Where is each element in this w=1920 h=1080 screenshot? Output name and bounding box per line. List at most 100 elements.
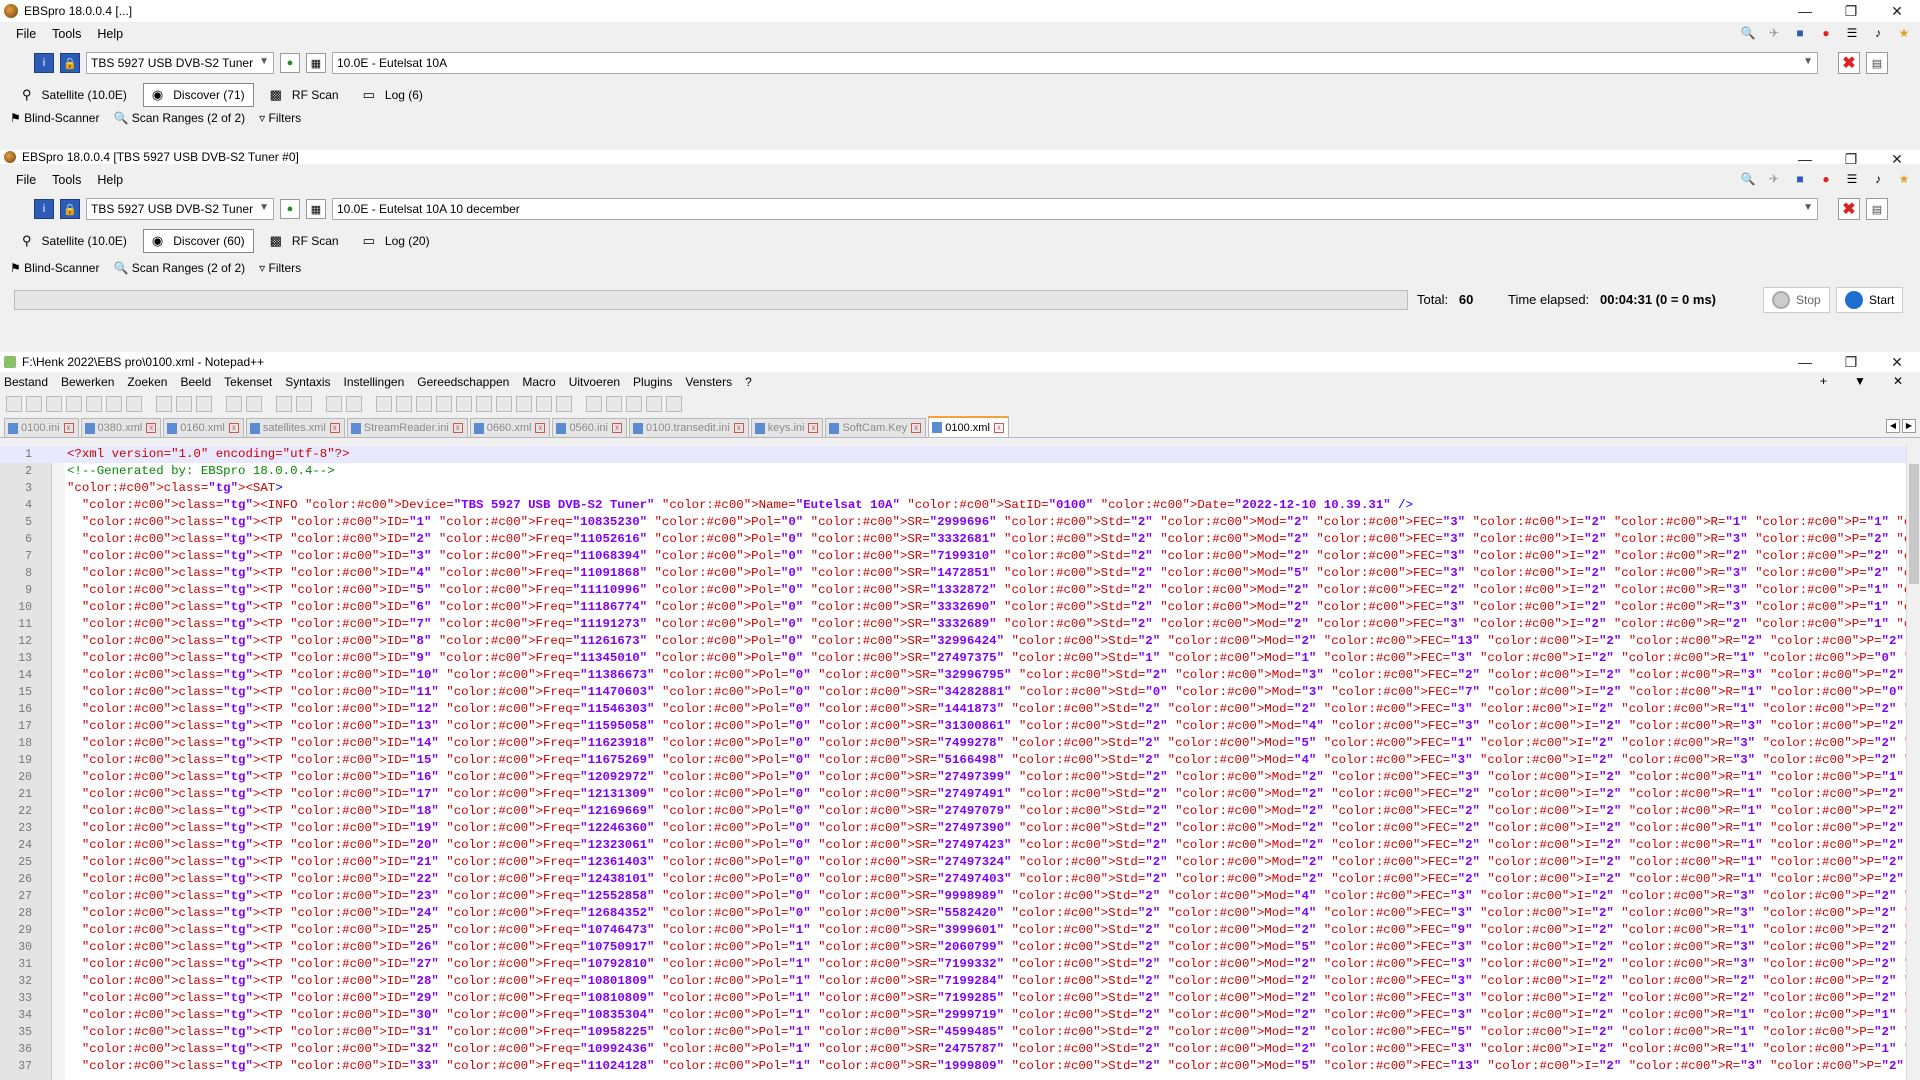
menu-file[interactable]: File xyxy=(16,173,36,187)
file-tab[interactable]: 0560.ini x xyxy=(552,418,627,437)
menu-plugins[interactable]: Plugins xyxy=(633,375,672,389)
menu-file[interactable]: File xyxy=(16,27,36,41)
file-tab[interactable]: 0100.transedit.ini x xyxy=(628,418,749,437)
subtab-blind-scanner[interactable]: ⚑ Blind-Scanner xyxy=(10,111,99,125)
find-icon[interactable] xyxy=(276,396,292,412)
menu-syntaxis[interactable]: Syntaxis xyxy=(285,375,330,389)
close-tab-icon[interactable]: x xyxy=(911,423,922,433)
tab-log[interactable]: ▭ Log (20) xyxy=(355,229,438,253)
redo-icon[interactable] xyxy=(246,396,262,412)
menu-help[interactable]: Help xyxy=(97,173,123,187)
close-tab-icon[interactable]: x xyxy=(452,423,463,433)
maximize-icon[interactable]: ❐ xyxy=(1828,352,1874,372)
menu-beeld[interactable]: Beeld xyxy=(180,375,211,389)
indent-guide-icon[interactable] xyxy=(456,396,472,412)
minimize-icon[interactable]: — xyxy=(1782,151,1828,167)
new-file-icon[interactable] xyxy=(6,396,22,412)
close-icon[interactable]: ✕ xyxy=(1874,0,1920,22)
satellite-add-icon[interactable]: ● xyxy=(280,53,300,73)
menu-vensters[interactable]: Vensters xyxy=(685,375,732,389)
file-tab-active[interactable]: 0100.xml x xyxy=(928,416,1009,437)
monitor-icon[interactable] xyxy=(556,396,572,412)
close-tab-icon[interactable]: x xyxy=(611,423,622,433)
save-icon[interactable]: ▤ xyxy=(1866,198,1888,220)
stop-macro-icon[interactable] xyxy=(606,396,622,412)
all-chars-icon[interactable] xyxy=(436,396,452,412)
pin-icon[interactable]: ★ xyxy=(1896,25,1912,41)
chevron-down-icon[interactable]: ▼ xyxy=(1854,374,1866,388)
close-tab-icon[interactable]: x xyxy=(63,423,74,433)
close-icon[interactable] xyxy=(86,396,102,412)
cut-icon[interactable] xyxy=(156,396,172,412)
menu-zoeken[interactable]: Zoeken xyxy=(127,375,167,389)
search-icon[interactable]: 🔍 xyxy=(1740,171,1756,187)
subtab-filters[interactable]: ▿ Filters xyxy=(259,111,301,125)
sync-v-icon[interactable] xyxy=(376,396,392,412)
wrap-icon[interactable] xyxy=(416,396,432,412)
minimize-icon[interactable]: — xyxy=(1782,352,1828,372)
undo-icon[interactable] xyxy=(226,396,242,412)
chart-icon[interactable]: ■ xyxy=(1792,25,1808,41)
close-tab-icon[interactable]: x xyxy=(228,423,239,433)
save-all-icon[interactable] xyxy=(66,396,82,412)
close-doc-icon[interactable]: ✕ xyxy=(1893,374,1903,388)
zoom-out-icon[interactable] xyxy=(346,396,362,412)
tab-discover[interactable]: ◉ Discover (60) xyxy=(142,229,254,253)
tab-rf-scan[interactable]: ▩ RF Scan xyxy=(262,229,347,253)
sound-icon[interactable]: ♪ xyxy=(1870,25,1886,41)
info-icon[interactable]: i xyxy=(34,53,54,73)
close-red-icon[interactable]: ✖ xyxy=(1838,198,1860,220)
folder-workspace-icon[interactable] xyxy=(536,396,552,412)
sync-h-icon[interactable] xyxy=(396,396,412,412)
close-tab-icon[interactable]: x xyxy=(535,423,546,433)
close-tab-icon[interactable]: x xyxy=(329,423,340,433)
satellite-list-icon[interactable]: ▦ xyxy=(306,53,326,73)
close-red-icon[interactable]: ✖ xyxy=(1838,52,1860,74)
menu-tools[interactable]: Tools xyxy=(52,173,81,187)
tab-scroll-right-icon[interactable]: ▶ xyxy=(1902,419,1916,433)
file-tab[interactable]: 0380.xml x xyxy=(80,418,162,437)
menu-bewerken[interactable]: Bewerken xyxy=(61,375,114,389)
close-tab-icon[interactable]: x xyxy=(733,423,744,433)
subtab-blind-scanner[interactable]: ⚑ Blind-Scanner xyxy=(10,261,99,275)
paste-icon[interactable] xyxy=(196,396,212,412)
chart-icon[interactable]: ■ xyxy=(1792,171,1808,187)
satellite-select[interactable]: 10.0E - Eutelsat 10A ▼ xyxy=(332,52,1818,74)
file-tab[interactable]: keys.ini x xyxy=(750,418,824,437)
udl-icon[interactable] xyxy=(476,396,492,412)
tab-scroll-left-icon[interactable]: ◀ xyxy=(1886,419,1900,433)
play-macro-icon[interactable] xyxy=(626,396,642,412)
scroll-thumb[interactable] xyxy=(1909,464,1919,584)
close-tab-icon[interactable]: x xyxy=(993,422,1004,433)
menu-uitvoeren[interactable]: Uitvoeren xyxy=(569,375,620,389)
copy-icon[interactable] xyxy=(176,396,192,412)
close-icon[interactable]: ✕ xyxy=(1874,352,1920,372)
tab-discover[interactable]: ◉ Discover (71) xyxy=(142,83,254,107)
menu-help[interactable]: Help xyxy=(97,27,123,41)
sound-icon[interactable]: ♪ xyxy=(1870,171,1886,187)
file-tab[interactable]: 0660.xml x xyxy=(469,418,551,437)
save-icon[interactable] xyxy=(46,396,62,412)
replace-icon[interactable] xyxy=(296,396,312,412)
file-tab[interactable]: SoftCam.Key x xyxy=(825,418,927,437)
menu-help[interactable]: ? xyxy=(745,375,752,389)
tuner-select[interactable]: TBS 5927 USB DVB-S2 Tuner ▼ xyxy=(86,52,274,74)
close-all-icon[interactable] xyxy=(106,396,122,412)
record-macro-icon[interactable] xyxy=(586,396,602,412)
lock-icon[interactable]: 🔒 xyxy=(60,199,80,219)
record-icon[interactable]: ● xyxy=(1818,171,1834,187)
lock-icon[interactable]: 🔒 xyxy=(60,53,80,73)
file-tab[interactable]: satellites.xml x xyxy=(245,418,345,437)
vertical-scrollbar[interactable] xyxy=(1906,446,1920,1080)
subtab-scan-ranges[interactable]: 🔍 Scan Ranges (2 of 2) xyxy=(113,111,245,125)
zoom-in-icon[interactable] xyxy=(326,396,342,412)
start-button[interactable]: Start xyxy=(1836,287,1904,313)
satellite-icon[interactable]: ✈ xyxy=(1766,25,1782,41)
tab-satellite[interactable]: ⚲ Satellite (10.0E) xyxy=(14,83,135,107)
tab-log[interactable]: ▭ Log (6) xyxy=(355,83,431,107)
minimize-icon[interactable]: — xyxy=(1782,0,1828,22)
file-tab[interactable]: 0100.ini x xyxy=(4,418,79,437)
subtab-filters[interactable]: ▿ Filters xyxy=(259,261,301,275)
menu-macro[interactable]: Macro xyxy=(522,375,555,389)
menu-bestand[interactable]: Bestand xyxy=(4,375,48,389)
